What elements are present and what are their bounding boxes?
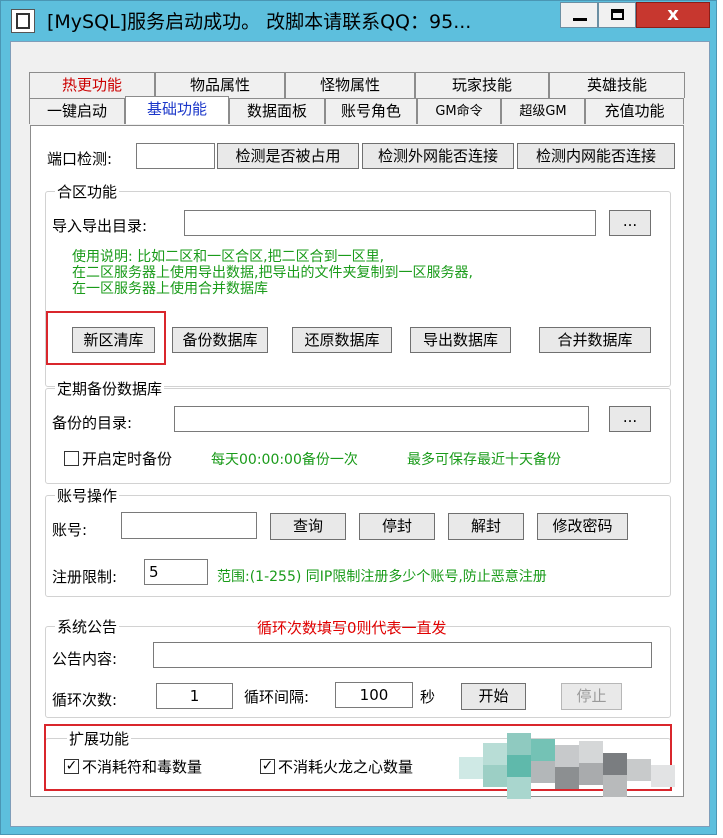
loop-count-input[interactable]: 1 — [156, 683, 233, 709]
loop-interval-input[interactable]: 100 — [335, 682, 413, 708]
notice-stop-button[interactable]: 停止 — [561, 683, 622, 710]
tab-super-gm[interactable]: 超级GM — [501, 98, 585, 124]
account-input[interactable] — [121, 512, 257, 539]
merge-instruction-line-1: 使用说明: 比如二区和一区合区,把二区合到一区里, — [72, 249, 385, 265]
tab-gm-commands[interactable]: GM命令 — [417, 98, 501, 124]
app-logo-icon — [11, 9, 35, 33]
tab-player-skills[interactable]: 玩家技能 — [415, 72, 549, 98]
tab-data-panel[interactable]: 数据面板 — [229, 98, 325, 124]
unban-account-button[interactable]: 解封 — [448, 513, 524, 540]
close-button[interactable]: x — [636, 2, 710, 28]
timed-backup-checkbox[interactable] — [64, 451, 79, 466]
backup-retention-info: 最多可保存最近十天备份 — [407, 452, 561, 468]
maximize-button[interactable] — [598, 2, 636, 28]
loop-interval-label: 循环间隔: — [244, 688, 310, 706]
port-check-label: 端口检测: — [47, 150, 113, 168]
clear-new-server-db-button[interactable]: 新区清库 — [72, 327, 155, 353]
register-limit-label: 注册限制: — [52, 568, 118, 586]
account-group-title: 账号操作 — [55, 485, 120, 506]
merge-dir-input[interactable] — [184, 210, 596, 236]
app-window: [MySQL]服务启动成功。 改脚本请联系QQ：95... x 热更功能 物品属… — [0, 0, 717, 835]
change-password-button[interactable]: 修改密码 — [537, 513, 628, 540]
pixelated-watermark — [459, 733, 691, 805]
title-bar[interactable]: [MySQL]服务启动成功。 改脚本请联系QQ：95... x — [1, 1, 718, 41]
check-external-network-button[interactable]: 检测外网能否连接 — [362, 143, 514, 169]
tab-hot-update[interactable]: 热更功能 — [29, 72, 155, 98]
backup-dir-input[interactable] — [174, 406, 589, 432]
restore-db-button[interactable]: 还原数据库 — [292, 327, 392, 353]
loop-count-label: 循环次数: — [52, 691, 118, 709]
backup-group-title: 定期备份数据库 — [55, 378, 165, 399]
tab-item-attributes[interactable]: 物品属性 — [155, 72, 285, 98]
tab-basic-functions[interactable]: 基础功能 — [125, 96, 229, 124]
merge-instruction-line-3: 在一区服务器上使用合并数据库 — [72, 281, 268, 297]
register-limit-input[interactable]: 5 — [144, 559, 208, 585]
checkmark-icon: ✓ — [261, 758, 274, 774]
merge-instruction-line-2: 在二区服务器上使用导出数据,把导出的文件夹复制到一区服务器, — [72, 265, 473, 281]
backup-dir-label: 备份的目录: — [52, 414, 133, 432]
tab-account-role[interactable]: 账号角色 — [325, 98, 417, 124]
notice-content-label: 公告内容: — [52, 650, 118, 668]
tab-monster-attributes[interactable]: 怪物属性 — [285, 72, 415, 98]
timed-backup-label: 开启定时备份 — [82, 450, 173, 468]
window-title: [MySQL]服务启动成功。 改脚本请联系QQ：95... — [47, 11, 472, 33]
check-port-occupied-button[interactable]: 检测是否被占用 — [217, 143, 359, 169]
merge-dir-label: 导入导出目录: — [52, 217, 148, 235]
no-consume-talisman-label: 不消耗符和毒数量 — [82, 758, 203, 776]
seconds-unit-label: 秒 — [420, 688, 436, 706]
tab-one-click-start[interactable]: 一键启动 — [29, 98, 125, 124]
backup-browse-button[interactable]: ... — [609, 406, 651, 432]
query-account-button[interactable]: 查询 — [270, 513, 346, 540]
basic-functions-panel: 端口检测: 检测是否被占用 检测外网能否连接 检测内网能否连接 合区功能 导入导… — [30, 125, 684, 797]
backup-db-button[interactable]: 备份数据库 — [172, 327, 268, 353]
minimize-icon — [573, 18, 587, 21]
no-consume-talisman-checkbox[interactable]: ✓ — [64, 759, 79, 774]
merge-db-button[interactable]: 合并数据库 — [539, 327, 651, 353]
no-consume-dragon-heart-checkbox[interactable]: ✓ — [260, 759, 275, 774]
checkmark-icon: ✓ — [65, 758, 78, 774]
notice-loop-hint: 循环次数填写0则代表一直发 — [257, 619, 447, 637]
check-internal-network-button[interactable]: 检测内网能否连接 — [517, 143, 675, 169]
tab-recharge[interactable]: 充值功能 — [585, 98, 684, 124]
backup-daily-info: 每天00:00:00备份一次 — [211, 452, 358, 468]
export-db-button[interactable]: 导出数据库 — [410, 327, 511, 353]
merge-group-title: 合区功能 — [55, 181, 120, 202]
ban-account-button[interactable]: 停封 — [359, 513, 435, 540]
maximize-icon — [611, 9, 624, 20]
close-icon: x — [667, 4, 679, 25]
notice-group-title: 系统公告 — [55, 616, 120, 637]
no-consume-dragon-heart-label: 不消耗火龙之心数量 — [278, 758, 414, 776]
register-limit-info: 范围:(1-255) 同IP限制注册多少个账号,防止恶意注册 — [217, 569, 547, 585]
tab-hero-skills[interactable]: 英雄技能 — [549, 72, 685, 98]
notice-content-input[interactable] — [153, 642, 652, 668]
merge-browse-button[interactable]: ... — [609, 210, 651, 236]
minimize-button[interactable] — [560, 2, 598, 28]
backup-group — [45, 388, 671, 484]
notice-start-button[interactable]: 开始 — [461, 683, 526, 710]
port-input[interactable] — [136, 143, 215, 169]
account-label: 账号: — [52, 521, 88, 539]
